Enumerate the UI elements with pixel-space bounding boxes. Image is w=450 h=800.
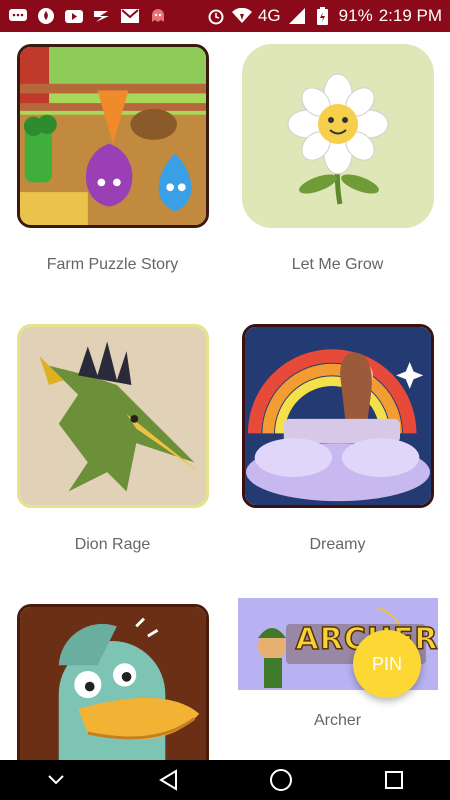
app-name: Archer bbox=[313, 712, 362, 729]
gmail-icon bbox=[120, 7, 140, 25]
pin-button[interactable]: PIN bbox=[353, 630, 421, 698]
chevron-down-icon bbox=[48, 775, 64, 785]
navigation-bar bbox=[0, 760, 450, 800]
chat-icon bbox=[8, 7, 28, 25]
youtube-icon bbox=[64, 7, 84, 25]
status-bar: 4G 91% 2:19 PM bbox=[0, 0, 450, 32]
system-status: 4G 91% 2:19 PM bbox=[206, 6, 442, 26]
wifi-icon bbox=[231, 7, 252, 25]
recents-square-icon bbox=[384, 771, 403, 789]
app-name: Farm Puzzle Story bbox=[46, 256, 179, 273]
network-type: 4G bbox=[257, 6, 281, 25]
battery-level: 91% bbox=[338, 6, 373, 25]
app-tile-dion-rage[interactable]: Dion Rage bbox=[0, 324, 225, 554]
app-name: Let Me Grow bbox=[291, 256, 384, 273]
zapp-icon bbox=[92, 7, 112, 25]
back-button[interactable] bbox=[149, 760, 189, 800]
duck-game-icon[interactable] bbox=[16, 604, 209, 760]
farm-puzzle-story-icon[interactable] bbox=[16, 44, 209, 228]
alarm-icon bbox=[206, 7, 226, 25]
fire-icon bbox=[36, 7, 56, 25]
home-circle-icon bbox=[270, 769, 293, 791]
clock: 2:19 PM bbox=[378, 6, 442, 25]
app-tile-dreamy[interactable]: Dreamy bbox=[225, 324, 450, 554]
app-tile-farm-puzzle-story[interactable]: Farm Puzzle Story bbox=[0, 44, 225, 274]
app-name: Dreamy bbox=[309, 536, 366, 553]
dreamy-icon[interactable] bbox=[241, 324, 434, 508]
recents-button[interactable] bbox=[374, 760, 414, 800]
ghost-icon bbox=[148, 7, 168, 25]
battery-icon bbox=[313, 7, 333, 25]
signal-icon bbox=[287, 7, 307, 25]
nav-down-button[interactable] bbox=[36, 760, 76, 800]
home-button[interactable] bbox=[261, 760, 301, 800]
app-tile-let-me-grow[interactable]: Let Me Grow bbox=[225, 44, 450, 274]
app-tile-duck[interactable] bbox=[0, 604, 225, 760]
notification-icons bbox=[8, 7, 168, 25]
pin-button-label: PIN bbox=[371, 653, 402, 674]
let-me-grow-icon[interactable] bbox=[241, 44, 434, 228]
dion-rage-icon[interactable] bbox=[16, 324, 209, 508]
back-triangle-icon bbox=[158, 769, 177, 791]
app-name: Dion Rage bbox=[74, 536, 151, 553]
